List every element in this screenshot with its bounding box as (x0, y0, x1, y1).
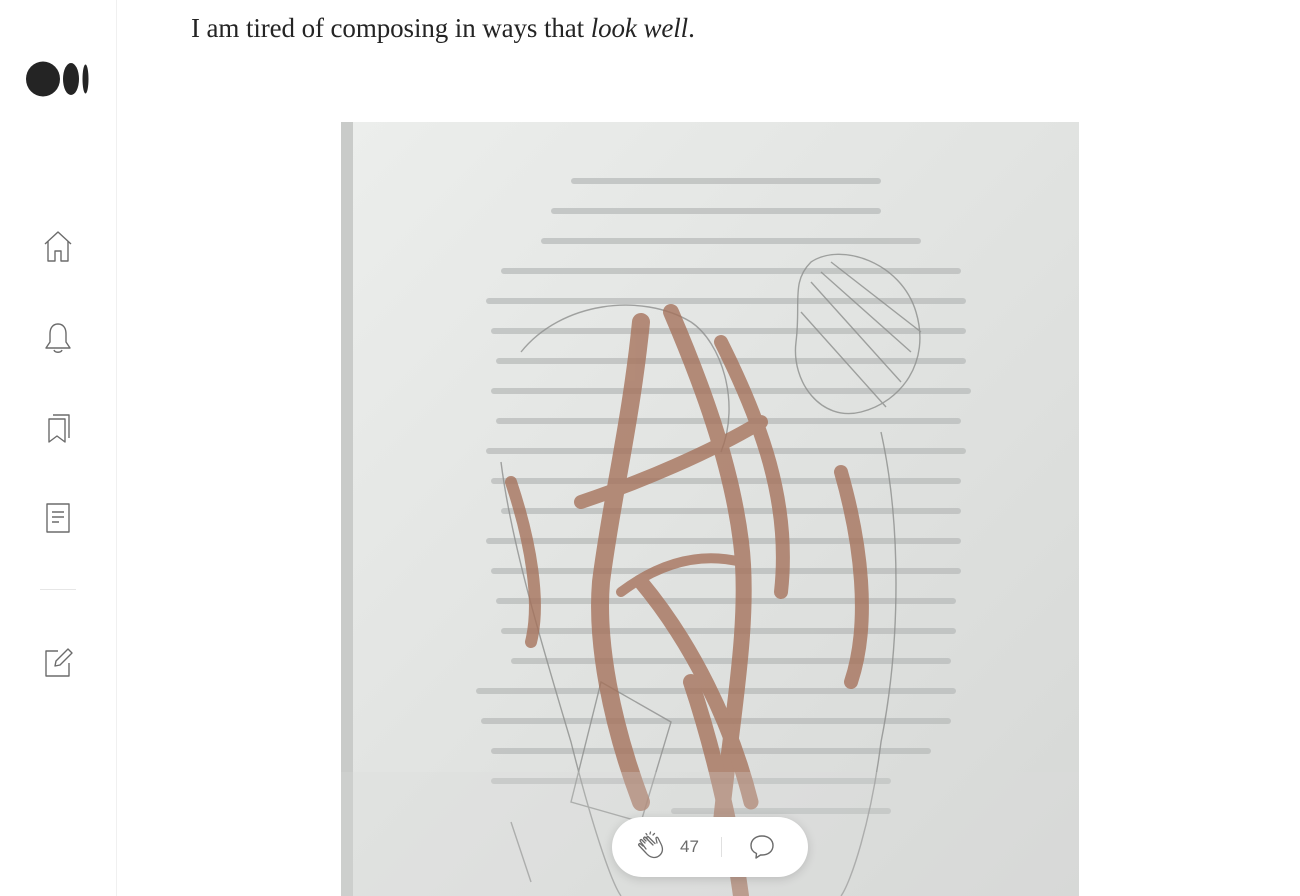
nav-divider (40, 589, 76, 590)
clap-button[interactable]: 47 (636, 831, 699, 863)
article-main: I am tired of composing in ways that loo… (118, 0, 1300, 896)
paragraph-text: I am tired of composing in ways that (191, 13, 591, 43)
paragraph-emphasis: look well (590, 13, 689, 43)
responses-button[interactable] (748, 833, 776, 861)
clap-count: 47 (680, 837, 699, 856)
floating-action-bar: 47 (612, 817, 808, 877)
article-figure-image[interactable] (341, 122, 1079, 896)
left-sidebar (0, 0, 117, 896)
bookmarks-icon[interactable] (40, 410, 76, 446)
article-paragraph: I am tired of composing in ways that loo… (191, 9, 695, 47)
document-icon[interactable] (40, 500, 76, 536)
home-icon[interactable] (40, 228, 76, 264)
drawing-image (341, 122, 1079, 896)
write-icon[interactable] (40, 644, 76, 680)
clap-icon (638, 831, 664, 859)
bar-divider (720, 837, 722, 857)
paragraph-end: . (688, 13, 695, 43)
bell-icon[interactable] (40, 320, 76, 356)
speech-bubble-icon (750, 835, 774, 859)
medium-logo[interactable] (26, 61, 90, 97)
